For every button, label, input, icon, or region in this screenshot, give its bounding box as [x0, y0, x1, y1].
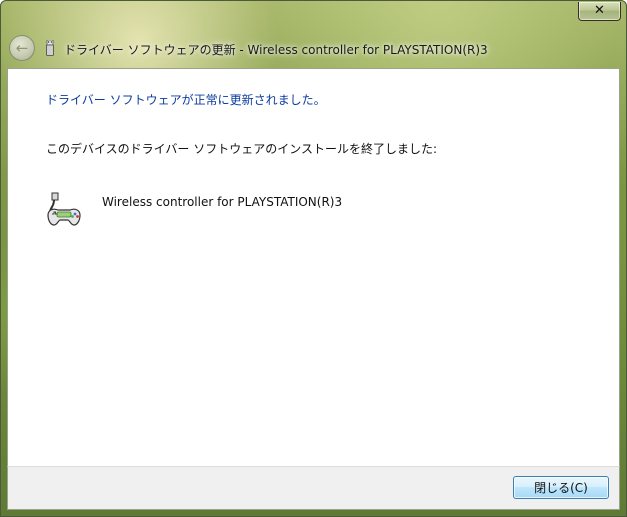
device-name-label: Wireless controller for PLAYSTATION(R)3 [102, 195, 343, 209]
dialog-footer: 閉じる(C) [7, 466, 620, 510]
close-icon: ✕ [594, 3, 605, 18]
close-button[interactable]: 閉じる(C) [513, 476, 609, 499]
content-panel: ドライバー ソフトウェアが正常に更新されました。 このデバイスのドライバー ソフ… [7, 68, 620, 466]
window-close-button[interactable]: ✕ [578, 2, 621, 21]
success-heading: ドライバー ソフトウェアが正常に更新されました。 [46, 93, 326, 107]
title-bar: ← ドライバー ソフトウェアの更新 - Wireless controller … [1, 31, 626, 67]
game-controller-icon [47, 192, 81, 226]
usb-device-icon [46, 40, 54, 56]
back-arrow-icon: ← [15, 39, 29, 57]
window-title: ドライバー ソフトウェアの更新 - Wireless controller fo… [64, 43, 488, 57]
install-description: このデバイスのドライバー ソフトウェアのインストールを終了しました: [46, 142, 438, 156]
back-button[interactable]: ← [9, 35, 35, 61]
device-item: Wireless controller for PLAYSTATION(R)3 [44, 189, 544, 229]
dialog-window: ✕ ← ドライバー ソフトウェアの更新 - Wireless controlle… [0, 0, 627, 517]
